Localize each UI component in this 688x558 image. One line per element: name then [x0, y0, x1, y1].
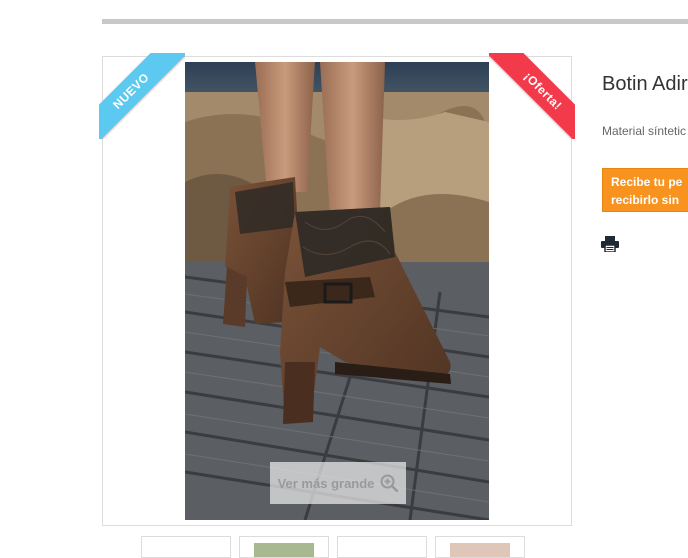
- promo-line: recibirlo sin: [611, 193, 680, 207]
- thumbnail-item[interactable]: [337, 536, 427, 558]
- view-larger-button[interactable]: Ver más grande: [270, 462, 406, 504]
- new-badge-label: Nuevo: [99, 53, 185, 139]
- sale-badge-label: ¡Oferta!: [489, 53, 575, 139]
- promo-line: Recibe tu pe: [611, 175, 683, 189]
- sale-badge: ¡Oferta!: [489, 53, 575, 139]
- top-divider: [102, 19, 688, 24]
- new-badge: Nuevo: [99, 53, 185, 139]
- product-title: Botin Adir: [602, 73, 688, 95]
- product-main-image[interactable]: [185, 62, 489, 520]
- product-description: Material síntetic: [602, 124, 687, 138]
- thumbnail-item[interactable]: [141, 536, 231, 558]
- thumbnail-item[interactable]: [435, 536, 525, 558]
- thumbnail-item[interactable]: [239, 536, 329, 558]
- promo-banner[interactable]: Recibe tu pe recibirlo sin: [602, 168, 688, 212]
- product-image-container: Nuevo ¡Oferta! Ver más grande: [99, 53, 575, 526]
- view-larger-label: Ver más grande: [277, 475, 375, 491]
- printer-icon[interactable]: [601, 236, 619, 257]
- magnifier-plus-icon: [380, 474, 399, 492]
